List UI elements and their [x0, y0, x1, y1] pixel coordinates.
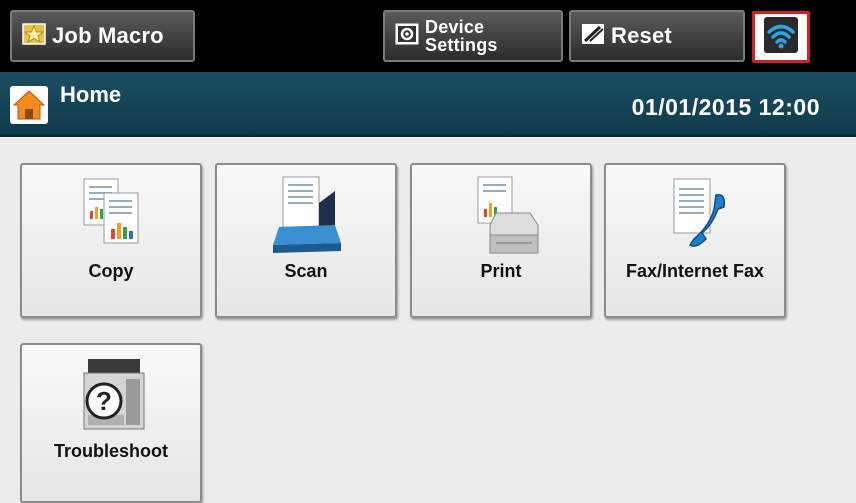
copy-label: Copy: [88, 261, 134, 281]
scan-icon: [217, 173, 395, 258]
reset-button[interactable]: Reset: [569, 10, 745, 62]
fax-icon: [606, 173, 784, 258]
home-icon: [10, 86, 48, 129]
job-macro-button[interactable]: Job Macro: [10, 10, 195, 62]
scan-label: Scan: [284, 261, 328, 281]
job-macro-label: Job Macro: [52, 23, 164, 48]
settings-icon: [395, 21, 421, 52]
copy-tile[interactable]: Copy: [20, 163, 202, 318]
header-bar: Home 01/01/2015 12:00: [0, 72, 856, 137]
date-time: 01/01/2015 12:00: [631, 94, 820, 120]
device-settings-line2: Settings: [425, 35, 498, 55]
fax-tile[interactable]: Fax/Internet Fax: [604, 163, 786, 318]
troubleshoot-label: Troubleshoot: [54, 441, 168, 461]
fax-label: Fax/Internet Fax: [625, 261, 765, 281]
device-settings-button[interactable]: Device Settings: [383, 10, 563, 62]
wifi-icon: [763, 16, 799, 59]
star-icon: [22, 21, 48, 52]
page-title: Home: [60, 82, 122, 107]
device-settings-label: Device Settings: [425, 18, 498, 54]
copy-icon: [22, 173, 200, 258]
wifi-button[interactable]: [752, 11, 810, 63]
print-icon: [412, 173, 590, 258]
top-bar: Job Macro Device Settings Reset: [0, 0, 856, 72]
scan-tile[interactable]: Scan: [215, 163, 397, 318]
reset-label: Reset: [611, 23, 672, 48]
reset-icon: [581, 21, 607, 52]
troubleshoot-icon: ?: [22, 353, 200, 438]
svg-text:?: ?: [96, 386, 112, 416]
device-settings-line1: Device: [425, 17, 485, 37]
print-tile[interactable]: Print: [410, 163, 592, 318]
troubleshoot-tile[interactable]: ? Troubleshoot: [20, 343, 202, 503]
print-label: Print: [480, 261, 522, 281]
